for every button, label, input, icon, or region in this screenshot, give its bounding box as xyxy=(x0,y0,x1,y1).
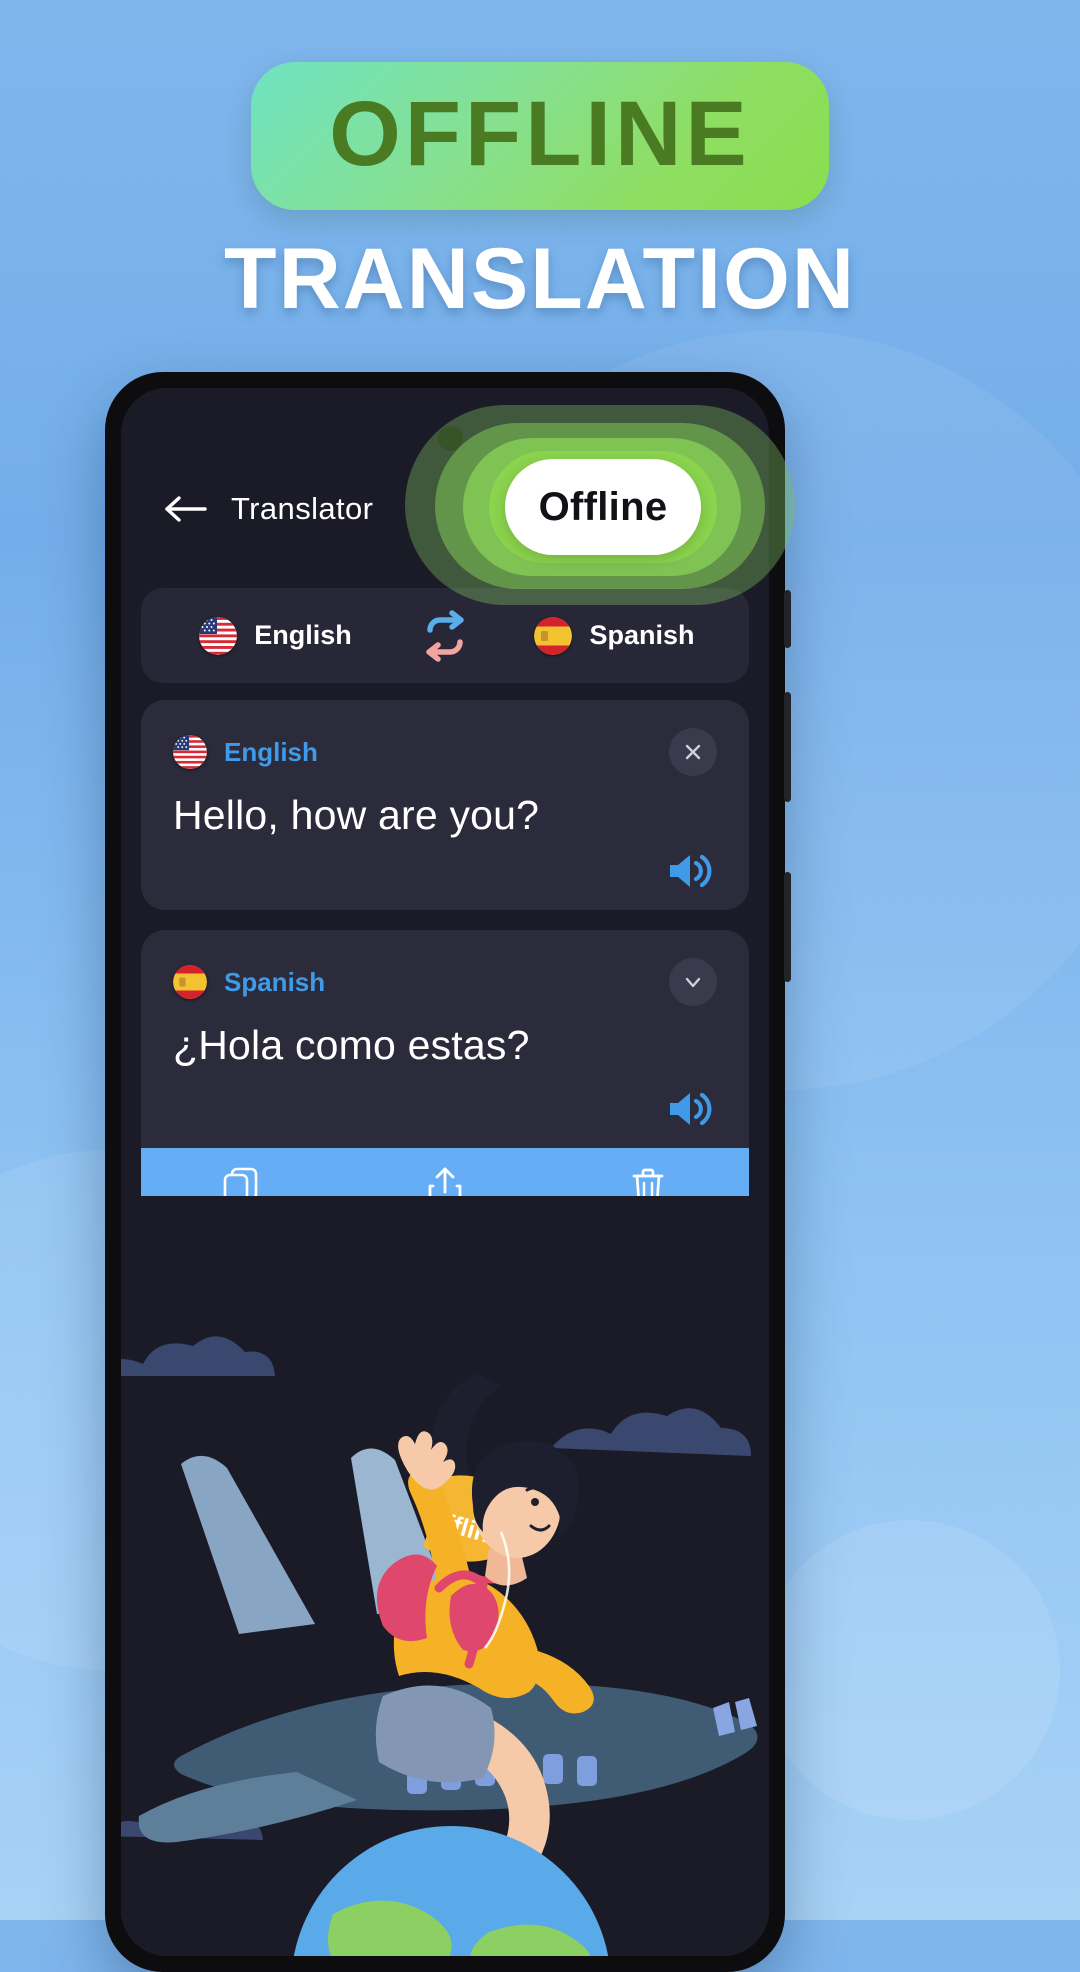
offline-toggle-label: Offline xyxy=(538,484,668,529)
speaker-icon[interactable] xyxy=(665,849,715,898)
hero-section: OFFLINE TRANSLATION xyxy=(0,0,1080,322)
close-icon[interactable] xyxy=(669,728,717,776)
target-text-card: Spanish ¿Hola como estas? xyxy=(141,930,749,1148)
airplane-illustration: Offline xyxy=(121,1196,769,1956)
arrow-left-icon[interactable] xyxy=(163,494,209,524)
source-language-selector[interactable]: English xyxy=(141,616,410,655)
page-title: Translator xyxy=(231,491,374,526)
floating-offline-badge: Offline xyxy=(405,405,795,620)
es-flag-icon xyxy=(534,616,573,655)
source-card-language: English xyxy=(224,736,318,767)
hero-offline-badge: OFFLINE xyxy=(251,62,829,210)
chevron-down-icon[interactable] xyxy=(669,958,717,1006)
es-flag-icon xyxy=(173,965,207,999)
target-language-label: Spanish xyxy=(589,620,695,650)
target-text: ¿Hola como estas? xyxy=(173,1022,530,1068)
us-flag-icon xyxy=(199,616,238,655)
offline-toggle-pill[interactable]: Offline xyxy=(505,459,701,555)
speaker-icon[interactable] xyxy=(665,1087,715,1136)
target-card-language: Spanish xyxy=(224,966,326,997)
phone-screen: Translator English Spanish English Hello… xyxy=(121,388,769,1956)
hero-subtitle: TRANSLATION xyxy=(224,231,856,327)
source-card-header: English xyxy=(173,728,717,776)
source-language-label: English xyxy=(254,620,352,650)
hero-offline-label: OFFLINE xyxy=(329,83,751,185)
us-flag-icon xyxy=(173,735,207,769)
background-circle-decoration xyxy=(760,1520,1060,1820)
source-text: Hello, how are you? xyxy=(173,792,540,838)
target-card-header: Spanish xyxy=(173,958,717,1006)
phone-button-power xyxy=(784,872,791,982)
source-text-card: English Hello, how are you? xyxy=(141,700,749,910)
target-language-selector[interactable]: Spanish xyxy=(480,616,749,655)
phone-button-volume xyxy=(784,692,791,802)
